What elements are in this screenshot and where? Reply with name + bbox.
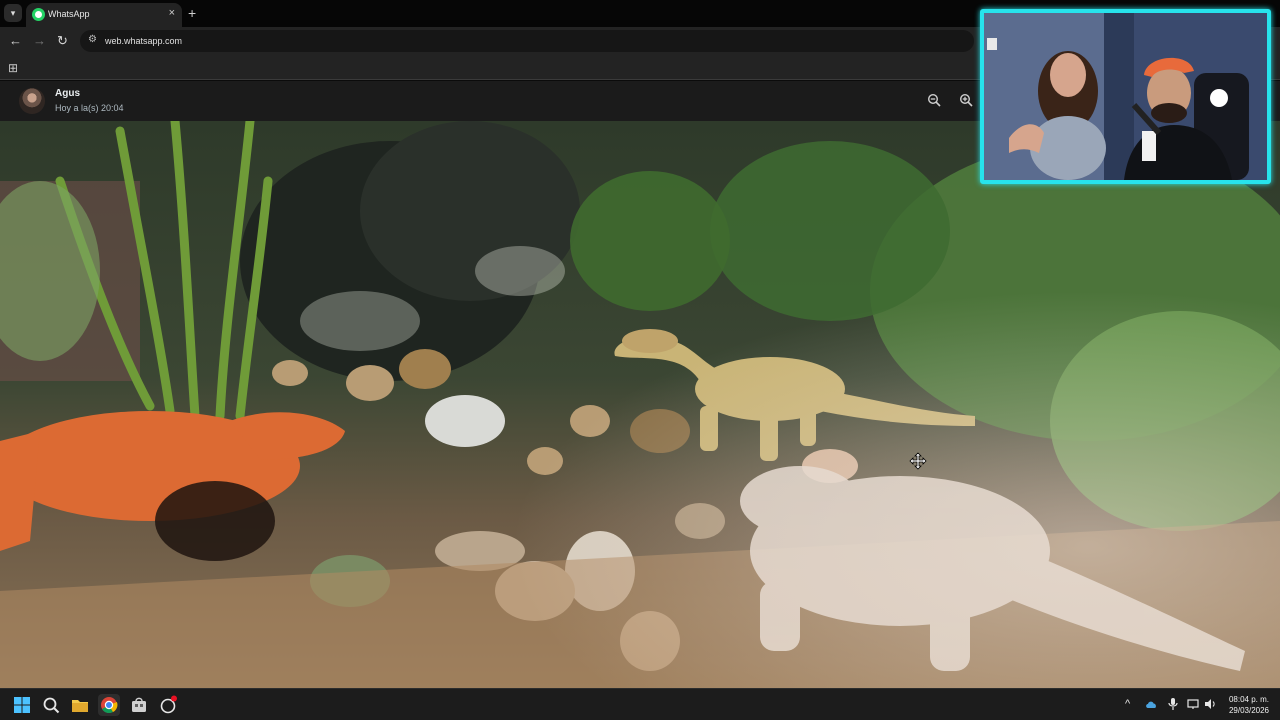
clock-time: 08:04 p. m. — [1228, 695, 1269, 704]
file-explorer-icon[interactable] — [69, 694, 91, 716]
tab-whatsapp[interactable]: WhatsApp × — [26, 3, 182, 27]
volume-icon[interactable] — [1203, 697, 1217, 711]
new-tab-button[interactable]: + — [188, 5, 196, 21]
webcam-feed — [984, 13, 1267, 180]
clock-date: 29/03/2026 — [1228, 706, 1269, 715]
app-icon[interactable] — [157, 694, 179, 716]
system-clock[interactable]: 08:04 p. m. 29/03/2026 — [1229, 694, 1269, 716]
zoom-in-icon[interactable] — [959, 93, 973, 107]
webcam-overlay — [980, 9, 1271, 184]
windows-taskbar: ^ 08:04 p. m. 29/03/2026 — [0, 688, 1280, 720]
tab-title: WhatsApp — [48, 9, 90, 19]
chrome-icon[interactable] — [98, 694, 120, 716]
tray-overflow-icon[interactable]: ^ — [1125, 698, 1130, 710]
tab-close-icon[interactable]: × — [169, 7, 175, 19]
zoom-out-icon[interactable] — [927, 93, 941, 107]
back-button[interactable]: ← — [9, 33, 22, 48]
sent-timestamp: Hoy a la(s) 20:04 — [55, 103, 124, 113]
media-photo[interactable] — [0, 121, 1280, 688]
microphone-icon[interactable] — [1167, 697, 1179, 711]
tab-search-button[interactable]: ▾ — [4, 4, 22, 22]
store-icon[interactable] — [128, 694, 150, 716]
reload-button[interactable]: ↻ — [57, 33, 68, 49]
apps-grid-icon[interactable]: ⊞ — [8, 61, 18, 75]
search-icon[interactable] — [40, 694, 62, 716]
start-icon[interactable] — [11, 694, 33, 716]
move-cursor-icon — [909, 452, 927, 470]
site-settings-icon[interactable]: ⚙ — [88, 34, 97, 45]
url-text[interactable]: web.whatsapp.com — [105, 36, 182, 46]
sender-name: Agus — [55, 88, 80, 99]
address-bar[interactable]: ⚙ web.whatsapp.com — [80, 30, 974, 52]
whatsapp-favicon-icon — [32, 8, 45, 21]
terrarium-photo — [0, 121, 1280, 688]
avatar[interactable] — [19, 88, 45, 114]
cloud-icon[interactable] — [1145, 698, 1158, 711]
network-icon[interactable] — [1186, 697, 1200, 711]
forward-button[interactable]: → — [33, 33, 46, 48]
